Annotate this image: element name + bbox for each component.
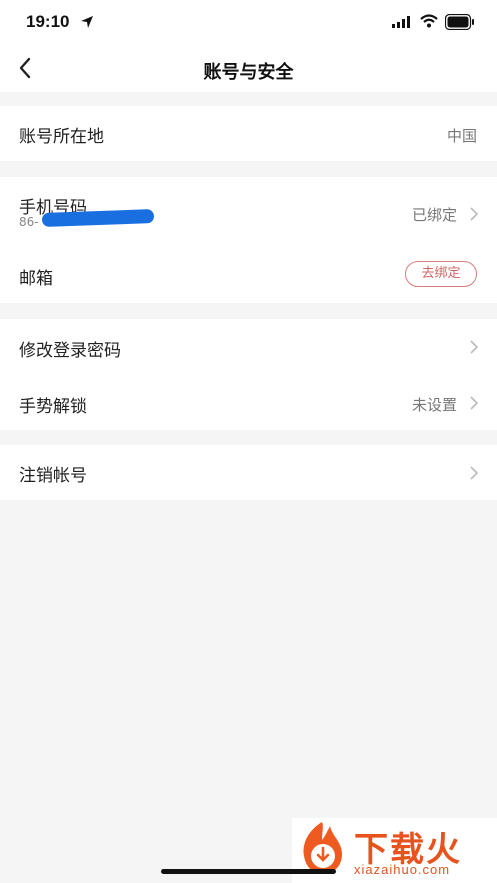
chevron-right-icon [470, 466, 479, 480]
password-row[interactable]: 修改登录密码 [0, 319, 497, 375]
wifi-icon [420, 14, 438, 28]
gesture-status: 未设置 [411, 396, 457, 414]
phone-number-prefix: 86- [19, 215, 39, 229]
email-row[interactable]: 邮箱 去绑定 [0, 247, 497, 303]
chevron-right-icon [470, 340, 479, 354]
region-value: 中国 [446, 127, 477, 145]
phone-status: 已绑定 [411, 206, 457, 224]
battery-icon [445, 14, 474, 30]
security-group: 修改登录密码 手势解锁 未设置 [0, 319, 497, 430]
home-indicator[interactable] [161, 869, 336, 874]
chevron-right-icon [470, 396, 479, 410]
location-arrow-icon [81, 16, 93, 28]
region-group: 账号所在地 中国 [0, 106, 497, 161]
cancel-account-group: 注销帐号 [0, 445, 497, 500]
gesture-label: 手势解锁 [19, 397, 87, 417]
chevron-right-icon [470, 207, 479, 221]
status-time: 19:10 [26, 12, 70, 31]
redaction-mark [41, 209, 155, 227]
region-row[interactable]: 账号所在地 中国 [0, 106, 497, 161]
password-label: 修改登录密码 [19, 341, 121, 361]
gesture-row[interactable]: 手势解锁 未设置 [0, 375, 497, 430]
status-bar: 19:10 [0, 0, 497, 44]
bind-email-button[interactable]: 去绑定 [405, 261, 477, 287]
phone-row[interactable]: 手机号码 86- 已绑定 [0, 177, 497, 247]
page-title: 账号与安全 [203, 62, 294, 83]
email-label: 邮箱 [19, 269, 53, 289]
cellular-signal-icon [392, 16, 410, 28]
binding-group: 手机号码 86- 已绑定 邮箱 去绑定 [0, 177, 497, 303]
flame-download-logo-icon [303, 822, 342, 874]
cancel-account-row[interactable]: 注销帐号 [0, 445, 497, 500]
cancel-account-label: 注销帐号 [19, 466, 87, 486]
watermark-url: xiazaihuo.com [354, 862, 451, 877]
region-label: 账号所在地 [19, 127, 104, 147]
navigation-bar: 账号与安全 [0, 44, 497, 92]
